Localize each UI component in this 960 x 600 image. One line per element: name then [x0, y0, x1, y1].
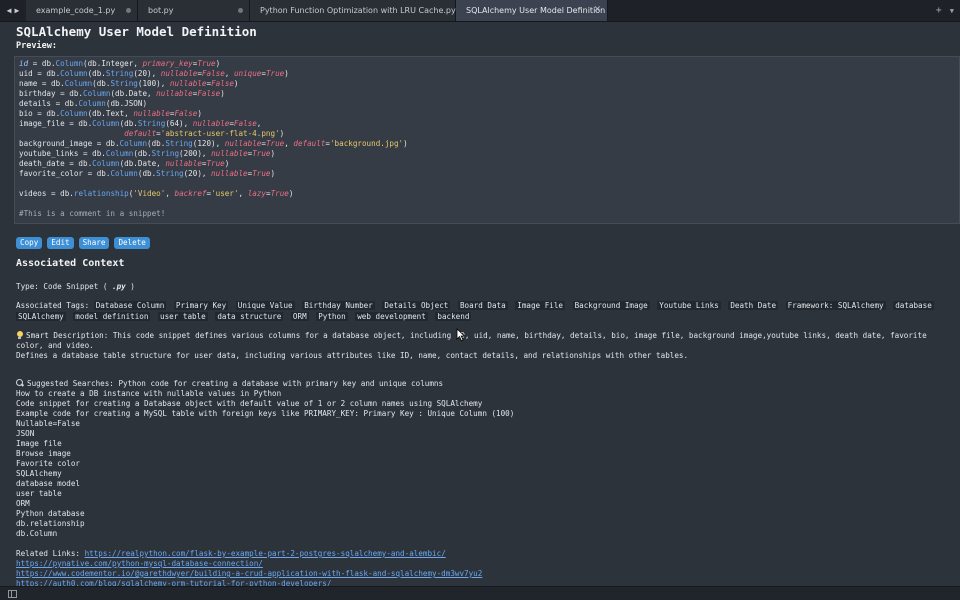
edit-button[interactable]: Edit [47, 237, 74, 249]
related-link[interactable]: https://www.codementor.io/@garethdwyer/b… [16, 569, 482, 578]
related-links-list: https://pynative.com/python-mysql-databa… [16, 559, 944, 586]
search-item[interactable]: Python code for creating a database with… [118, 379, 443, 388]
close-icon[interactable]: ✕ [593, 5, 601, 15]
search-item[interactable]: Code snippet for creating a Database obj… [16, 399, 944, 409]
search-item[interactable]: Browse image [16, 449, 944, 459]
tags-list: Database Column Primary Key Unique Value… [16, 301, 937, 321]
tag-chip[interactable]: Birthday Number [302, 301, 375, 310]
related-link[interactable]: https://realpython.com/flask-by-example-… [85, 549, 446, 558]
search-item[interactable]: SQLAlchemy [16, 469, 944, 479]
associated-tags: Associated Tags: Database Column Primary… [16, 301, 944, 322]
search-item[interactable]: Image file [16, 439, 944, 449]
unsaved-dot-icon [238, 8, 243, 13]
tag-chip[interactable]: user table [158, 311, 208, 321]
tag-chip[interactable]: backend [435, 311, 472, 321]
main-content: SQLAlchemy User Model Definition Preview… [0, 22, 960, 586]
related-links-label: Related Links: [16, 549, 81, 558]
code-comment: #This is a comment in a snippet! [19, 209, 166, 218]
tab-label: bot.py [148, 6, 174, 15]
search-item[interactable]: user table [16, 489, 944, 499]
type-suffix: ) [125, 282, 135, 291]
related-links: Related Links: https://realpython.com/fl… [16, 549, 944, 586]
tags-label: Associated Tags: [16, 301, 90, 310]
suggested-searches-label: Suggested Searches: [27, 379, 114, 388]
tag-chip[interactable]: Primary Key [173, 301, 229, 310]
tag-chip[interactable]: Framework: SQLAlchemy [785, 301, 886, 310]
smart-description-summary: Defines a database table structure for u… [16, 351, 689, 360]
tab-label: example_code_1.py [36, 6, 116, 15]
new-tab-icon[interactable]: + [936, 5, 942, 16]
tag-chip[interactable]: model definition [73, 311, 151, 321]
action-buttons: Copy Edit Share Delete [16, 237, 944, 249]
tag-chip[interactable]: Board Data [457, 301, 508, 310]
suggested-searches: Suggested Searches: Python code for crea… [16, 379, 944, 539]
tag-chip[interactable]: ORM [290, 311, 309, 321]
tag-chip[interactable]: SQLAlchemy [16, 311, 66, 321]
search-item[interactable]: Example code for creating a MySQL table … [16, 409, 944, 419]
magnifier-icon [16, 379, 24, 387]
related-link[interactable]: https://auth0.com/blog/sqlalchemy-orm-tu… [16, 579, 331, 586]
tag-chip[interactable]: Unique Value [235, 301, 295, 310]
share-button[interactable]: Share [78, 237, 110, 249]
smart-description: Smart Description: This code snippet def… [16, 331, 944, 361]
page-title: SQLAlchemy User Model Definition [16, 24, 257, 39]
search-item[interactable]: Nullable=False [16, 419, 944, 429]
snippet-type: Type: Code Snippet ( .py ) [16, 282, 944, 292]
tag-chip[interactable]: database [893, 301, 934, 310]
tag-chip[interactable]: Details Object [382, 301, 451, 310]
smart-description-text: Smart Description: This code snippet def… [16, 331, 927, 350]
tag-chip[interactable]: web development [355, 311, 428, 321]
type-prefix: Type: Code Snippet ( [16, 282, 113, 291]
type-extension: .py [112, 282, 126, 291]
forward-arrow-icon[interactable]: ▶ [15, 6, 20, 15]
tag-chip[interactable]: Youtube Links [657, 301, 721, 310]
tag-chip[interactable]: Death Date [728, 301, 779, 310]
search-item[interactable]: JSON [16, 429, 944, 439]
nav-arrows: ◀ ▶ [0, 0, 26, 21]
search-item[interactable]: db.Column [16, 529, 944, 539]
unsaved-dot-icon [126, 8, 131, 13]
code-preview[interactable]: id = db.Column(db.Integer, primary_key=T… [14, 56, 960, 224]
tab-bar-controls: + ▼ [936, 0, 960, 21]
search-item[interactable]: Favorite color [16, 459, 944, 469]
tag-chip[interactable]: Python [316, 311, 348, 321]
copy-button[interactable]: Copy [16, 237, 43, 249]
tab-sqlalchemy-user-model[interactable]: SQLAlchemy User Model Definition ✕ [456, 0, 608, 21]
search-item[interactable]: Python database [16, 509, 944, 519]
tab-lru-cache[interactable]: Python Function Optimization with LRU Ca… [250, 0, 456, 21]
associated-context-heading: Associated Context [16, 258, 125, 269]
lightbulb-icon [16, 331, 23, 339]
tag-chip[interactable]: Background Image [572, 301, 650, 310]
status-bar [0, 586, 960, 600]
tab-menu-icon[interactable]: ▼ [950, 7, 954, 15]
search-item[interactable]: How to create a DB instance with nullabl… [16, 389, 944, 399]
tab-bar: ◀ ▶ example_code_1.py bot.py Python Func… [0, 0, 960, 22]
search-items: How to create a DB instance with nullabl… [16, 389, 944, 539]
tag-chip[interactable]: Database Column [93, 301, 167, 310]
related-link[interactable]: https://pynative.com/python-mysql-databa… [16, 559, 263, 568]
preview-label: Preview: [16, 41, 57, 51]
tab-bot[interactable]: bot.py [138, 0, 250, 21]
tag-chip[interactable]: Image File [515, 301, 565, 310]
back-arrow-icon[interactable]: ◀ [7, 6, 12, 15]
tab-label: Python Function Optimization with LRU Ca… [260, 6, 456, 15]
delete-button[interactable]: Delete [114, 237, 150, 249]
search-item[interactable]: database model [16, 479, 944, 489]
search-item[interactable]: ORM [16, 499, 944, 509]
tag-chip[interactable]: data structure [215, 311, 284, 321]
sidebar-toggle-icon[interactable] [8, 590, 17, 598]
mouse-cursor-icon [456, 328, 466, 342]
tab-example-code-1[interactable]: example_code_1.py [26, 0, 138, 21]
tab-label: SQLAlchemy User Model Definition [466, 6, 606, 15]
search-item[interactable]: db.relationship [16, 519, 944, 529]
